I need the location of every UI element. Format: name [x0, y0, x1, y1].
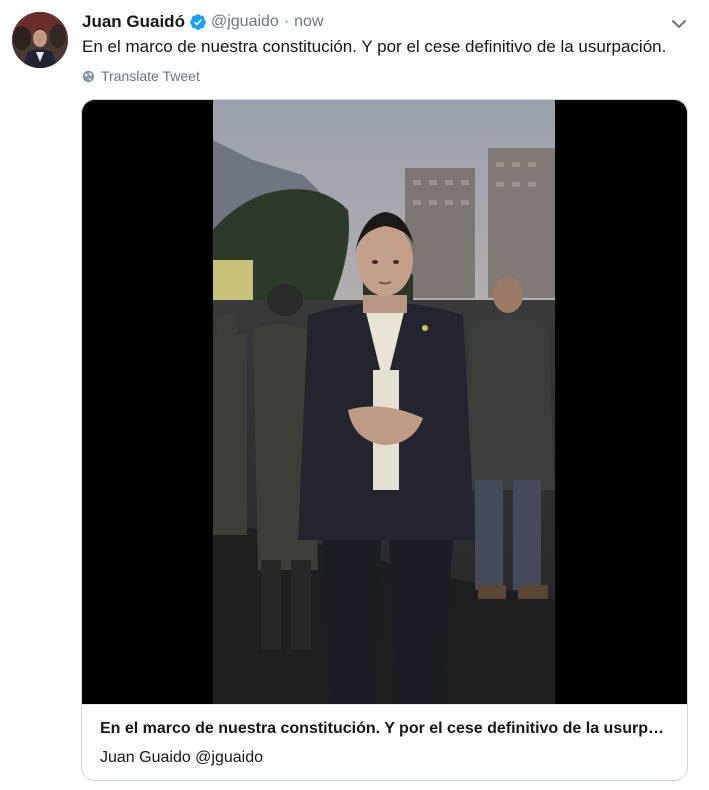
translate-tweet-link[interactable]: Translate Tweet: [82, 68, 200, 84]
tweet-header: Juan Guaidó @jguaido · now: [82, 11, 324, 33]
link-card[interactable]: En el marco de nuestra constitución. Y p…: [81, 99, 688, 781]
video-thumbnail: [213, 100, 555, 704]
avatar[interactable]: [12, 12, 68, 68]
translate-label: Translate Tweet: [101, 68, 200, 84]
card-title: En el marco de nuestra constitución. Y p…: [100, 720, 670, 737]
video-frame: [213, 100, 555, 704]
tweet-text: En el marco de nuestra constitución. Y p…: [82, 37, 667, 56]
globe-icon: [82, 70, 95, 82]
card-details[interactable]: En el marco de nuestra constitución. Y p…: [82, 704, 687, 780]
card-source: Juan Guaido @jguaido: [100, 749, 264, 766]
handle[interactable]: @jguaido: [211, 13, 279, 31]
tweet[interactable]: Juan Guaidó @jguaido · now En el marco d…: [0, 0, 709, 790]
timestamp[interactable]: now: [294, 13, 323, 31]
separator: ·: [283, 13, 290, 30]
verified-badge-icon: [190, 14, 206, 30]
avatar-image: [12, 12, 68, 68]
video-player[interactable]: [82, 100, 687, 704]
chevron-down-icon[interactable]: [671, 16, 687, 32]
display-name[interactable]: Juan Guaidó: [82, 12, 185, 32]
